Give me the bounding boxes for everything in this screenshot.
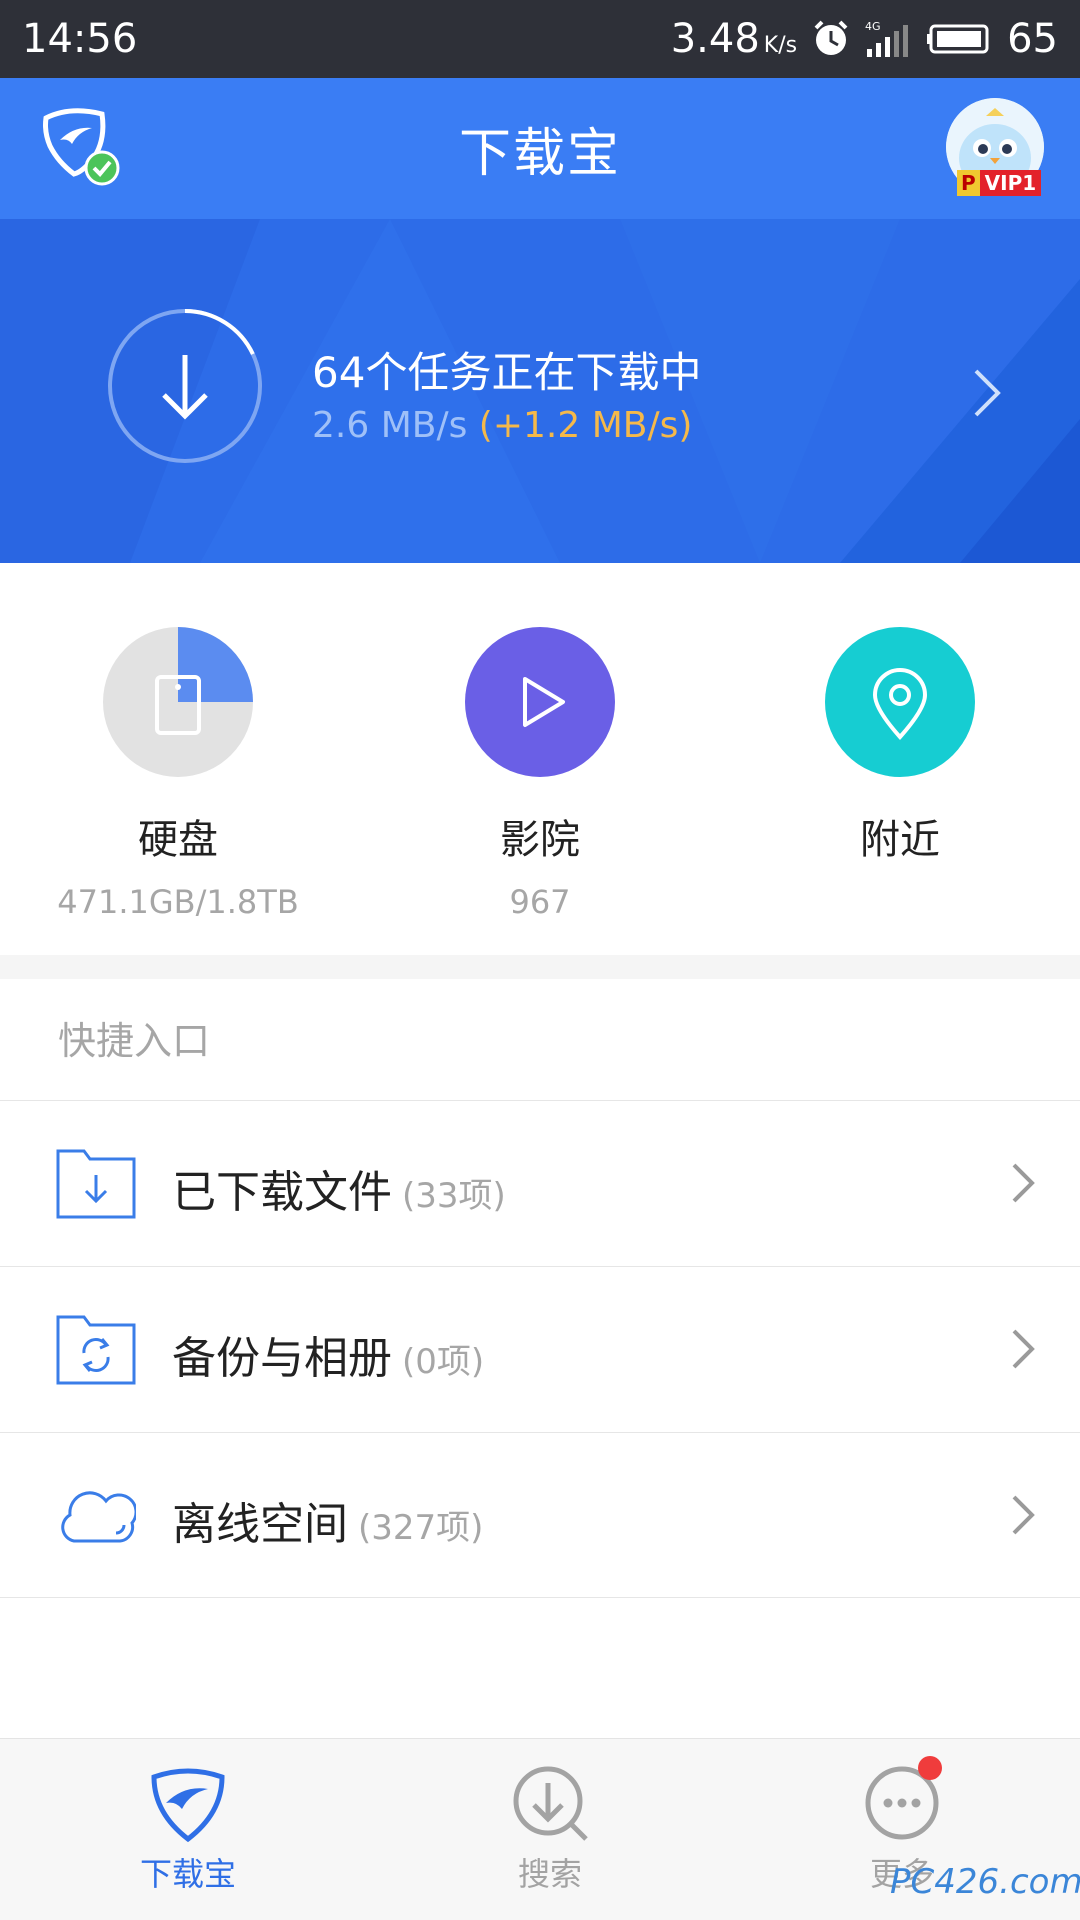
backup-folder-icon <box>56 1315 136 1385</box>
nav-tab-search[interactable]: 搜索 <box>430 1763 670 1895</box>
network-speed: 3.48 K/s <box>671 16 797 62</box>
feature-label: 附近 <box>860 817 940 863</box>
download-folder-icon <box>56 1149 136 1219</box>
nav-label: 搜索 <box>517 1855 582 1893</box>
list-item-title: 离线空间 <box>172 1499 348 1550</box>
cloud-icon <box>61 1491 136 1543</box>
list-item-label: 备份与相册 (0项) <box>172 1322 484 1386</box>
chevron-right-icon <box>1012 1495 1035 1535</box>
hard-disk-icon <box>103 627 253 777</box>
list-item-offline-space[interactable]: 离线空间 (327项) <box>0 1432 1080 1598</box>
list-item-label: 已下载文件 (33项) <box>172 1156 506 1220</box>
list-item-title: 备份与相册 <box>172 1333 392 1384</box>
status-time: 14:56 <box>22 16 138 62</box>
security-shield-button[interactable] <box>40 106 124 190</box>
network-speed-value: 3.48 <box>670 16 760 62</box>
network-type: 4G <box>865 20 881 33</box>
nav-label: 下载宝 <box>139 1855 236 1893</box>
feature-cinema[interactable]: 影院 967 <box>380 627 700 921</box>
download-progress-ring <box>108 309 262 463</box>
chevron-right-icon <box>974 369 1001 417</box>
alarm-icon <box>811 19 851 59</box>
status-bar: 14:56 3.48 K/s 4G 65 <box>0 0 1080 78</box>
battery-level: 65 <box>1007 16 1058 62</box>
list-item-downloaded-files[interactable]: 已下载文件 (33项) <box>0 1100 1080 1266</box>
quick-entry-title: 快捷入口 <box>58 1019 211 1063</box>
location-pin-icon <box>825 627 975 777</box>
feature-label: 硬盘 <box>138 817 218 863</box>
list-item-count: (327项) <box>358 1508 484 1548</box>
feature-row: 硬盘 471.1GB/1.8TB 影院 967 附近 <box>0 563 1080 955</box>
vip-badge: P VIP1 <box>957 170 1042 196</box>
vip-level-label: VIP1 <box>979 170 1042 196</box>
feature-label: 影院 <box>500 817 580 863</box>
list-item-label: 离线空间 (327项) <box>172 1488 483 1552</box>
feature-hard-disk[interactable]: 硬盘 471.1GB/1.8TB <box>18 627 338 921</box>
notification-dot <box>918 1756 942 1780</box>
search-download-icon <box>513 1766 588 1841</box>
shield-logo-icon <box>151 1768 225 1843</box>
download-speed-value: 2.6 MB/s <box>312 405 468 446</box>
watermark: PC426.com <box>890 1862 1080 1902</box>
signal-icon: 4G <box>865 19 913 59</box>
download-task-count: 64个任务正在下载中 <box>312 348 702 397</box>
shield-check-icon <box>43 108 120 186</box>
chevron-right-icon <box>1012 1329 1035 1369</box>
chevron-right-icon <box>1012 1163 1035 1203</box>
vip-p-label: P <box>957 170 980 196</box>
play-icon <box>465 627 615 777</box>
status-icons: 3.48 K/s 4G 65 <box>671 16 1058 62</box>
network-speed-unit: K/s <box>763 33 798 58</box>
app-header: 下载宝 <box>0 78 1080 219</box>
list-divider <box>0 1597 1080 1598</box>
nav-tab-download[interactable]: 下载宝 <box>68 1763 308 1895</box>
list-item-backup-album[interactable]: 备份与相册 (0项) <box>0 1266 1080 1432</box>
download-speed: 2.6 MB/s (+1.2 MB/s) <box>312 405 692 446</box>
download-speed-boost: (+1.2 MB/s) <box>478 405 693 446</box>
section-separator <box>0 955 1080 979</box>
list-item-count: (33项) <box>402 1176 506 1216</box>
cinema-count: 967 <box>509 883 571 921</box>
download-status-banner[interactable]: 64个任务正在下载中 2.6 MB/s (+1.2 MB/s) <box>0 219 1080 563</box>
battery-icon <box>927 23 993 55</box>
download-arrow-icon <box>162 355 208 420</box>
page-title: 下载宝 <box>458 124 621 184</box>
feature-nearby[interactable]: 附近 <box>740 627 1060 865</box>
disk-usage: 471.1GB/1.8TB <box>57 883 299 921</box>
list-item-title: 已下载文件 <box>172 1167 392 1218</box>
list-item-count: (0项) <box>402 1342 485 1382</box>
